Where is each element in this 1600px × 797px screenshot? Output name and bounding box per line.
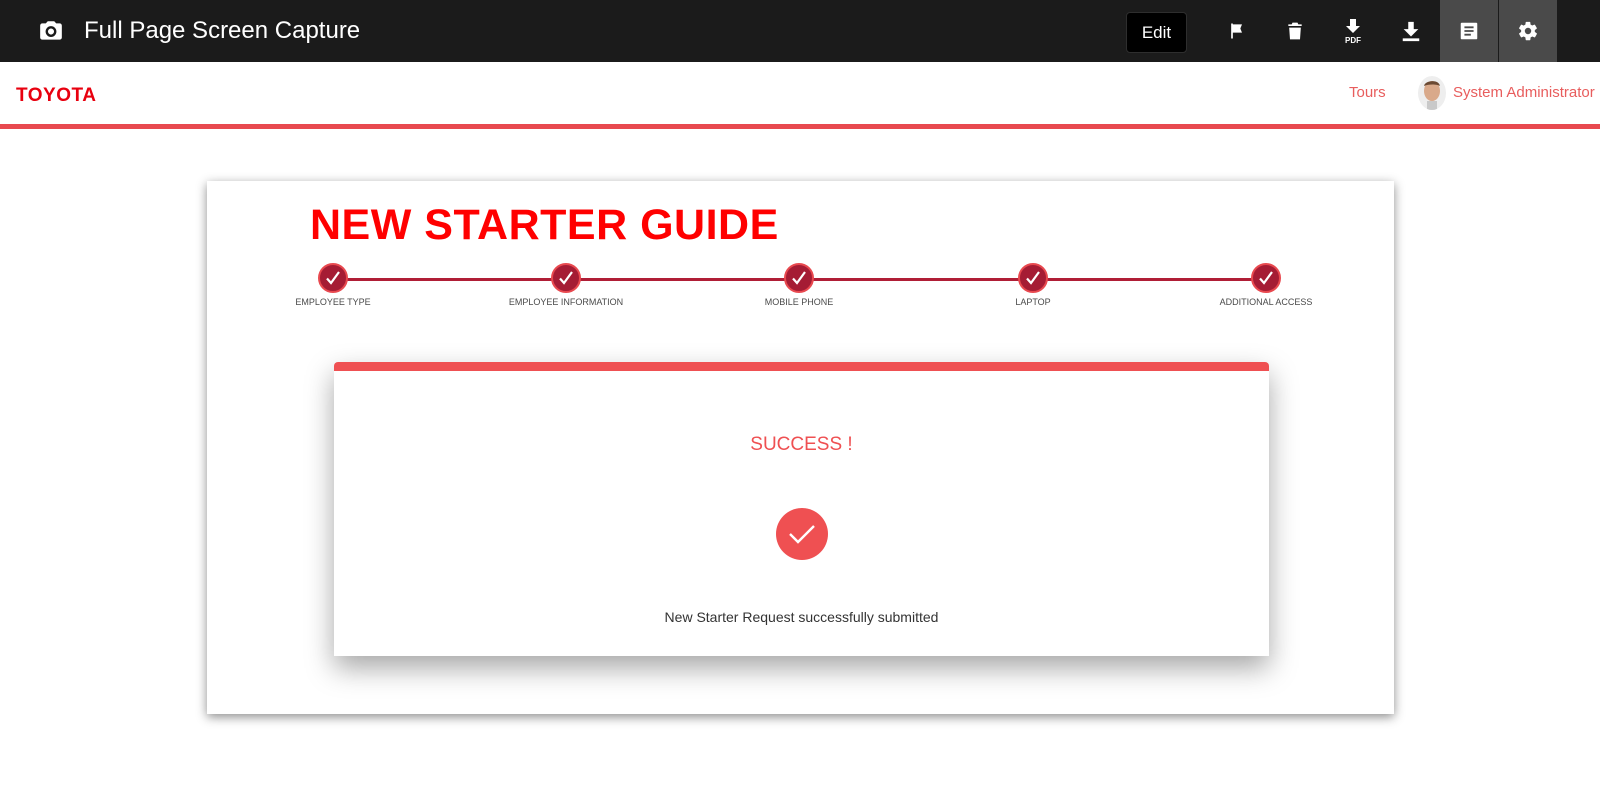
download-pdf-icon[interactable]: PDF <box>1324 0 1382 62</box>
success-heading: SUCCESS ! <box>750 434 853 455</box>
tours-link[interactable]: Tours <box>1349 84 1386 101</box>
success-message: New Starter Request successfully submitt… <box>664 609 939 625</box>
trash-icon[interactable] <box>1266 0 1324 62</box>
camera-icon <box>38 18 64 44</box>
flag-icon[interactable] <box>1208 0 1266 62</box>
download-icon[interactable] <box>1382 0 1440 62</box>
success-check-icon <box>776 508 828 560</box>
pdf-label: PDF <box>1345 36 1361 45</box>
header-accent-line <box>0 124 1600 129</box>
avatar[interactable] <box>1418 76 1446 110</box>
edit-button[interactable]: Edit <box>1126 12 1187 53</box>
capture-title: Full Page Screen Capture <box>84 17 361 44</box>
success-content: SUCCESS ! New Starter Request successful… <box>334 181 1269 681</box>
app-header: TOYOTA Tours System Administrator <box>0 62 1600 124</box>
user-name-link[interactable]: System Administrator <box>1453 84 1595 101</box>
toyota-logo[interactable]: TOYOTA <box>16 85 96 107</box>
capture-toolbar: Full Page Screen Capture Edit PDF <box>0 0 1600 62</box>
notes-icon[interactable] <box>1440 0 1498 62</box>
gear-icon[interactable] <box>1499 0 1557 62</box>
